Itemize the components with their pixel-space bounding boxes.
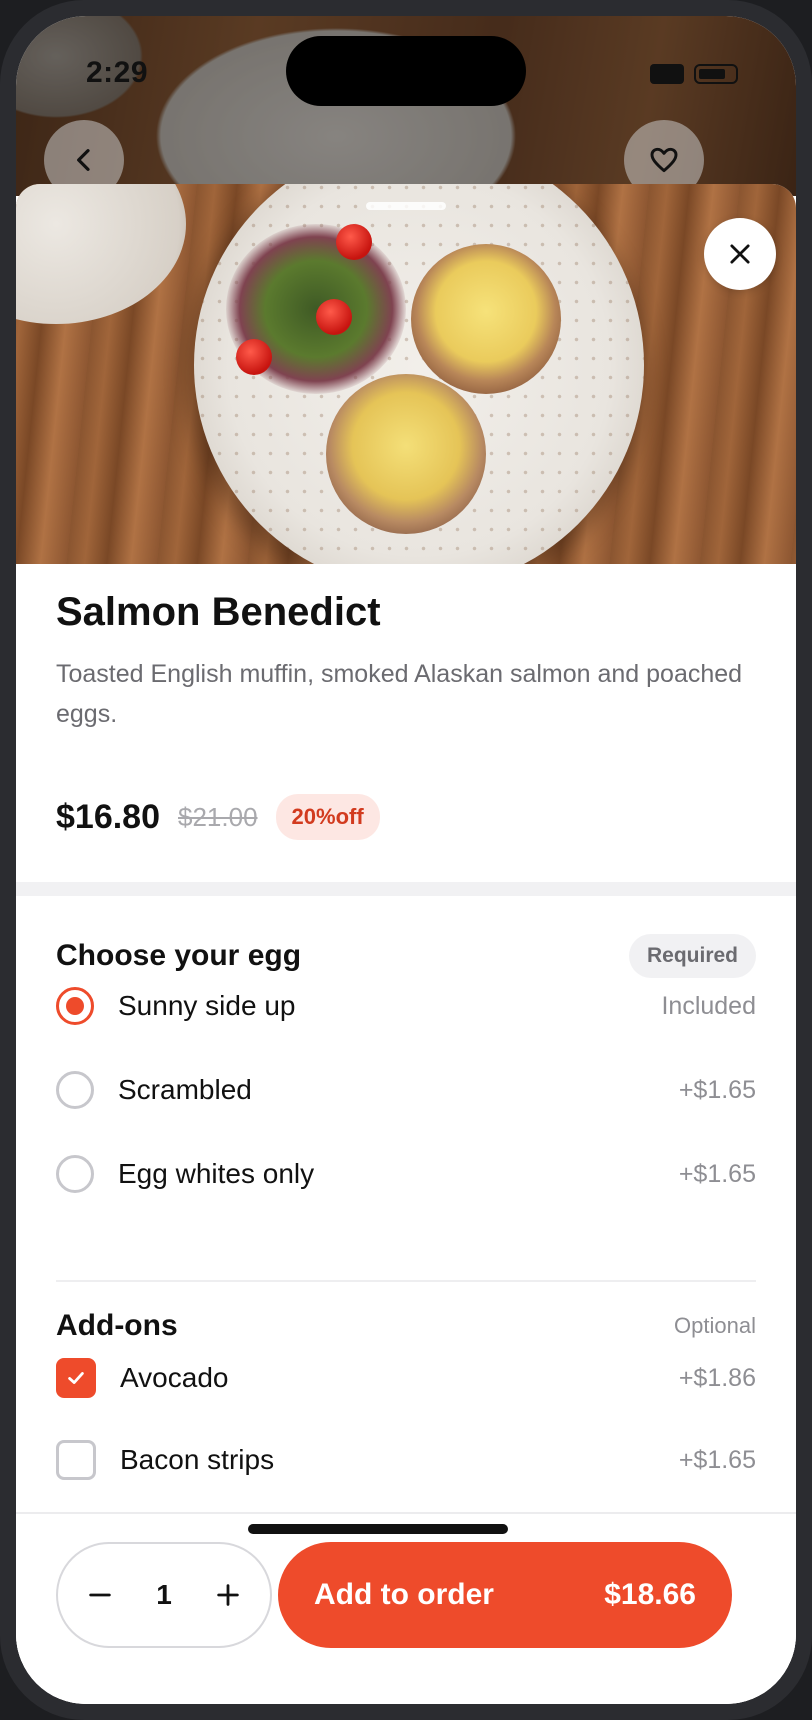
option-label: Egg whites only	[118, 1158, 315, 1189]
check-icon	[68, 1372, 84, 1384]
item-title: Salmon Benedict	[56, 590, 381, 634]
option-price: +$1.65	[678, 1075, 756, 1104]
required-badge: Required	[628, 934, 756, 978]
checkbox-unchecked[interactable]	[56, 1440, 96, 1480]
signal-icon	[650, 64, 684, 84]
radio-unselected[interactable]	[56, 1071, 94, 1109]
phone-frame: 2:29 Salmon Benedict Toasted English muf…	[0, 0, 812, 1720]
checkbox-checked[interactable]	[56, 1358, 96, 1398]
heart-icon	[650, 147, 678, 173]
home-indicator	[248, 1524, 508, 1534]
status-icons	[650, 64, 738, 84]
order-bar: 1 Add to order $18.66	[16, 1512, 796, 1704]
radio-unselected[interactable]	[56, 1155, 94, 1193]
option-price: +$1.86	[678, 1363, 756, 1392]
price-row: $16.80 $21.00 20%off	[56, 794, 380, 840]
dynamic-island	[286, 36, 526, 106]
addon-avocado[interactable]: Avocado +$1.86	[56, 1348, 756, 1408]
option-price: +$1.65	[678, 1445, 756, 1474]
item-photo	[16, 184, 796, 564]
radio-selected[interactable]	[56, 987, 94, 1025]
screen: 2:29 Salmon Benedict Toasted English muf…	[16, 16, 796, 1704]
item-description: Toasted English muffin, smoked Alaskan s…	[56, 660, 743, 728]
optional-label: Optional	[674, 1313, 756, 1338]
option-price: +$1.65	[678, 1159, 756, 1188]
option-label: Avocado	[120, 1362, 229, 1393]
egg-option-scrambled[interactable]: Scrambled +$1.65	[56, 1060, 756, 1120]
sheet-scroll-area[interactable]: Salmon Benedict Toasted English muffin, …	[16, 184, 796, 1512]
back-icon	[77, 149, 90, 171]
close-icon	[730, 244, 750, 264]
item-detail-sheet: Salmon Benedict Toasted English muffin, …	[16, 184, 796, 1704]
add-to-order-label: Add to order	[314, 1578, 494, 1611]
section-divider	[16, 882, 796, 896]
status-time: 2:29	[86, 56, 149, 89]
addons-section-title: Add-ons	[56, 1309, 178, 1342]
quantity-stepper: 1	[56, 1542, 272, 1648]
add-to-order-button[interactable]: Add to order $18.66	[278, 1542, 732, 1648]
discount-badge: 20%off	[275, 794, 380, 840]
item-price: $16.80	[56, 797, 160, 836]
egg-section-title: Choose your egg	[56, 939, 302, 972]
close-button[interactable]	[704, 218, 776, 290]
plus-icon[interactable]	[214, 1581, 242, 1609]
item-info: Salmon Benedict Toasted English muffin, …	[56, 588, 756, 734]
options-divider	[56, 1280, 756, 1282]
battery-icon	[694, 64, 738, 84]
egg-option-sunny[interactable]: Sunny side up Included	[56, 976, 756, 1036]
minus-icon[interactable]	[86, 1581, 114, 1609]
quantity-value: 1	[156, 1579, 172, 1610]
addon-bacon[interactable]: Bacon strips +$1.65	[56, 1430, 756, 1490]
sheet-drag-handle[interactable]	[366, 202, 446, 210]
egg-section-header: Choose your egg Required	[56, 934, 756, 978]
egg-option-whites[interactable]: Egg whites only +$1.65	[56, 1144, 756, 1204]
option-label: Scrambled	[118, 1074, 252, 1105]
order-total: $18.66	[604, 1578, 696, 1611]
original-price: $21.00	[178, 801, 258, 832]
option-price: Included	[661, 991, 756, 1020]
option-label: Bacon strips	[120, 1444, 275, 1475]
option-label: Sunny side up	[118, 990, 296, 1021]
